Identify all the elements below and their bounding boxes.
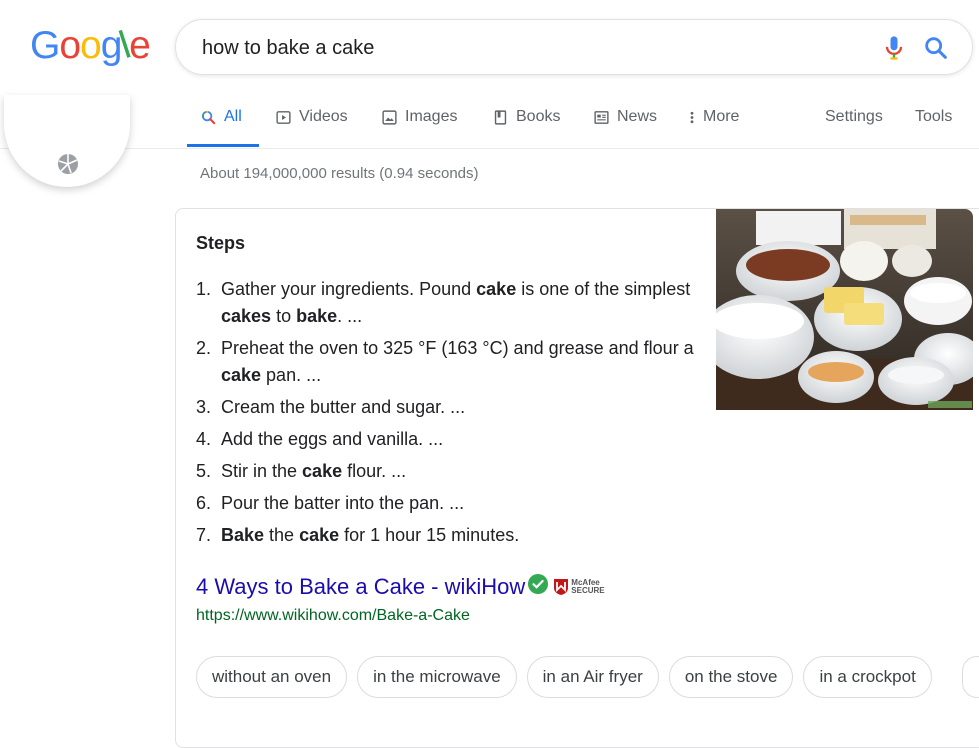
tab-books[interactable]: Books: [492, 108, 560, 126]
book-icon: [492, 109, 509, 126]
verified-check-icon: [528, 574, 549, 600]
tab-videos[interactable]: Videos: [275, 108, 348, 126]
tab-settings[interactable]: Settings: [825, 108, 883, 126]
refinement-chips: without an oven in the microwave in an Air…: [196, 656, 932, 700]
news-icon: [593, 109, 610, 126]
step-keyword: cakes: [221, 306, 272, 326]
step-item: 2. Preheat the oven to 325 °F (163 °C) an…: [196, 335, 696, 389]
mcafee-shield-icon: [554, 579, 569, 595]
mic-icon[interactable]: [880, 34, 908, 62]
result-stats: About 194,000,000 results (0.94 seconds): [200, 165, 479, 182]
tab-all[interactable]: All: [200, 108, 242, 126]
snippet-title: Steps: [196, 233, 246, 253]
step-item: 4. Add the eggs and vanilla. ...: [196, 426, 696, 453]
tab-label: Tools: [915, 108, 953, 125]
play-icon: [275, 109, 292, 126]
step-keyword: cake: [302, 461, 343, 481]
refinement-chip[interactable]: in a crockpot: [803, 656, 932, 698]
step-number: 5.: [196, 461, 212, 481]
step-text: flour. ...: [342, 461, 407, 481]
step-keyword: Bake: [221, 525, 265, 545]
step-number: 2.: [196, 338, 212, 358]
search-icon[interactable]: [922, 34, 950, 62]
refinement-chip[interactable]: without an oven: [196, 656, 348, 698]
secure-text: SECURE: [571, 586, 605, 595]
google-logo[interactable]: Google: [30, 24, 151, 68]
tab-label: Settings: [825, 108, 883, 125]
tab-tools[interactable]: Tools: [915, 108, 952, 126]
search-box: [175, 19, 973, 75]
refinement-chip[interactable]: on the stove: [668, 656, 794, 698]
step-number: 6.: [196, 493, 212, 513]
logo-letter: G: [30, 24, 60, 67]
step-number: 7.: [196, 525, 212, 545]
tab-label: Images: [405, 108, 458, 125]
doodle-bubble[interactable]: [4, 95, 130, 187]
result-title: 4 Ways to Bake a Cake - wikiHow: [196, 574, 526, 599]
step-item: 3. Cream the butter and sugar. ...: [196, 394, 696, 421]
step-text: . ...: [337, 306, 363, 326]
mcafee-badge: McAfee SECURE: [553, 578, 605, 596]
search-icon: [200, 109, 217, 126]
step-text: to: [271, 306, 297, 326]
step-keyword: bake: [296, 306, 338, 326]
active-tab-indicator: [187, 144, 259, 147]
step-item: 7. Bake the cake for 1 hour 15 minutes.: [196, 522, 696, 549]
tab-label: News: [617, 108, 658, 125]
tab-label: More: [703, 108, 740, 125]
search-tabs: All Videos Images Books News More Settin…: [0, 92, 979, 149]
refinement-chip[interactable]: in an Air fryer: [526, 656, 659, 698]
search-input[interactable]: [200, 32, 844, 64]
snippet-image[interactable]: [716, 209, 973, 410]
step-text: for 1 hour 15 minutes.: [339, 525, 520, 545]
tab-news[interactable]: News: [593, 108, 657, 126]
step-text: Preheat the oven to 325 °F (163 °C) and …: [221, 338, 694, 358]
step-number: 3.: [196, 397, 212, 417]
step-keyword: cake: [299, 525, 340, 545]
tab-label: Books: [516, 108, 561, 125]
step-text: Gather your ingredients. Pound: [221, 279, 477, 299]
more-vert-icon: [688, 109, 696, 126]
refinement-chip[interactable]: in the microwave: [357, 656, 517, 698]
step-text: Stir in the: [221, 461, 303, 481]
step-keyword: cake: [221, 365, 262, 385]
step-text: pan. ...: [261, 365, 322, 385]
step-text: the: [264, 525, 300, 545]
steps-list: 1. Gather your ingredients. Pound cake is…: [196, 276, 696, 554]
logo-letter: o: [80, 24, 102, 67]
tab-images[interactable]: Images: [381, 108, 457, 126]
chip-overflow[interactable]: [962, 656, 979, 698]
tab-label: All: [224, 108, 242, 125]
step-text: Add the eggs and vanilla. ...: [221, 429, 444, 449]
step-text: Pour the batter into the pan. ...: [221, 493, 465, 513]
result-url[interactable]: https://www.wikihow.com/Bake-a-Cake: [196, 607, 470, 625]
step-text: is one of the simplest: [516, 279, 691, 299]
step-keyword: cake: [476, 279, 517, 299]
result-title-link[interactable]: 4 Ways to Bake a Cake - wikiHow McAfee S…: [196, 574, 605, 600]
step-text: Cream the butter and sugar. ...: [221, 397, 466, 417]
step-number: 4.: [196, 429, 212, 449]
tab-more[interactable]: More: [688, 108, 739, 126]
image-icon: [381, 109, 398, 126]
step-number: 1.: [196, 279, 212, 299]
step-item: 6. Pour the batter into the pan. ...: [196, 490, 696, 517]
step-item: 5. Stir in the cake flour. ...: [196, 458, 696, 485]
tab-label: Videos: [299, 108, 348, 125]
share-wheel-icon: [58, 154, 78, 174]
step-item: 1. Gather your ingredients. Pound cake is…: [196, 276, 696, 330]
logo-letter: o: [59, 24, 81, 67]
